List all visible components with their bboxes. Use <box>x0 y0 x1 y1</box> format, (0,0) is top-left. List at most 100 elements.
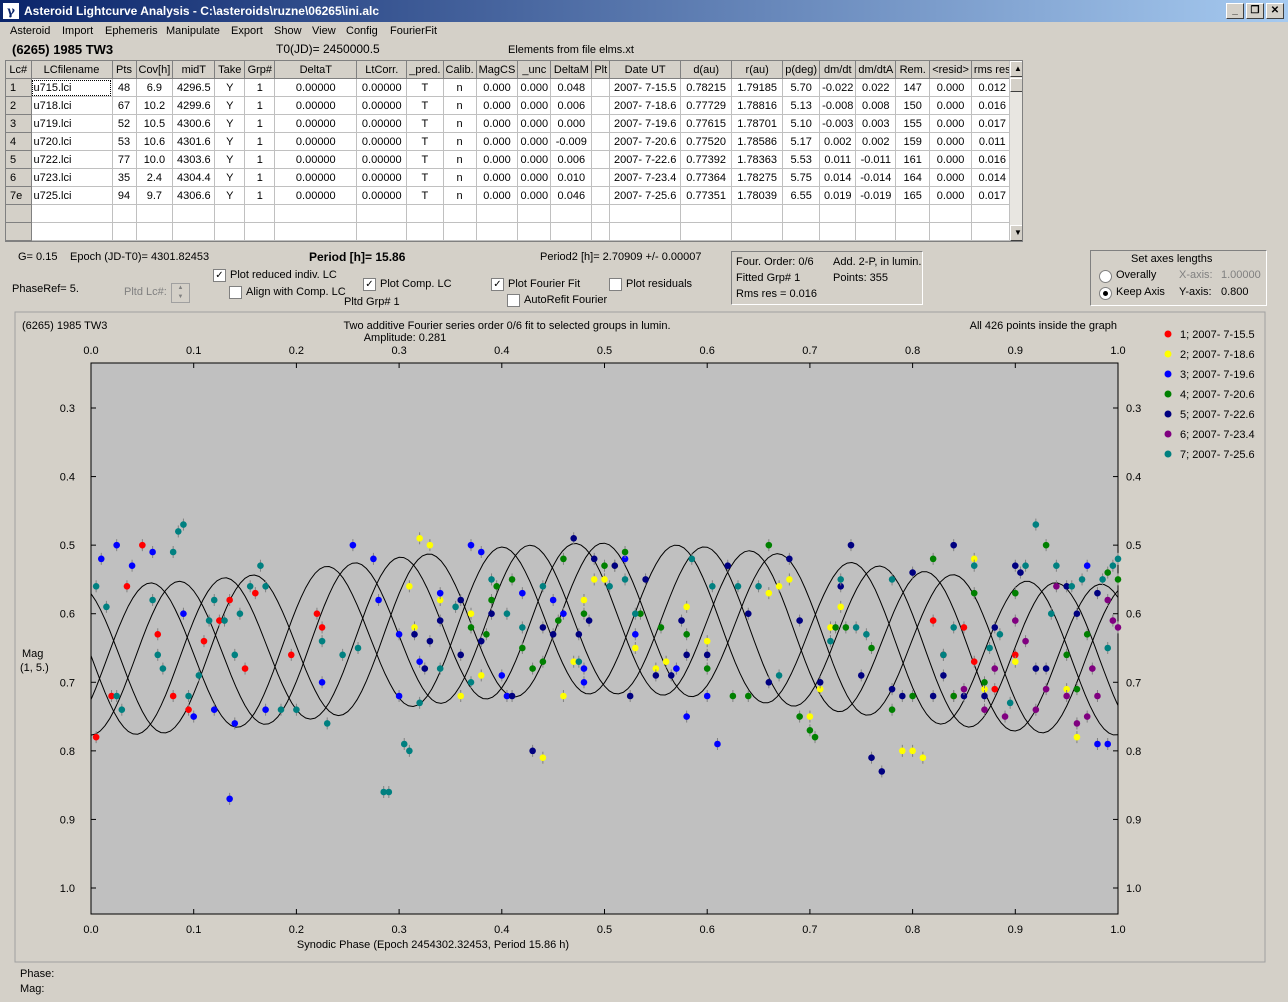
table-cell[interactable]: T <box>406 186 444 205</box>
column-header[interactable]: Calib. <box>443 61 477 79</box>
table-cell[interactable]: 4299.6 <box>172 96 216 115</box>
table-cell[interactable]: 0.000 <box>517 96 552 115</box>
table-cell[interactable]: 0.000 <box>929 78 972 97</box>
column-header[interactable]: LtCorr. <box>356 61 408 79</box>
table-cell[interactable]: 2007- 7-25.6 <box>609 186 682 205</box>
table-cell[interactable] <box>214 204 246 223</box>
table-cell[interactable] <box>591 150 611 169</box>
table-cell[interactable]: 2007- 7-20.6 <box>609 132 682 151</box>
table-cell[interactable] <box>855 204 897 223</box>
menu-asteroid[interactable]: Asteroid <box>10 25 50 37</box>
table-cell[interactable]: 1 <box>244 132 276 151</box>
close-button[interactable]: ✕ <box>1266 3 1284 19</box>
table-row[interactable]: 4 u720.lci 53 10.6 4301.6 Y 1 0.00000 0.00000 Tn 0… <box>6 132 1014 151</box>
table-row[interactable]: 6 u723.lci 35 2.4 4304.4 Y 1 0.00000 0.00000 Tn 0.… <box>6 168 1014 187</box>
table-cell[interactable]: 0.77729 <box>680 96 733 115</box>
table-cell[interactable]: 67 <box>112 96 137 115</box>
table-cell[interactable]: -0.011 <box>855 150 897 169</box>
table-cell[interactable]: -0.022 <box>819 78 857 97</box>
table-cell[interactable]: 0.000 <box>476 114 519 133</box>
table-cell[interactable]: n <box>443 168 477 187</box>
table-cell[interactable]: u719.lci <box>31 114 113 133</box>
column-header[interactable]: Take <box>214 61 246 79</box>
minimize-button[interactable]: _ <box>1226 3 1244 19</box>
table-cell[interactable] <box>680 204 733 223</box>
column-header[interactable]: DeltaT <box>274 61 358 79</box>
table-cell[interactable]: 0.000 <box>517 132 552 151</box>
table-cell[interactable] <box>172 222 216 241</box>
empty-row[interactable] <box>6 222 1014 241</box>
plot-reduced-checkbox[interactable]: ✓ <box>213 269 226 282</box>
empty-row[interactable] <box>6 204 1014 223</box>
table-cell[interactable]: 6.55 <box>782 186 821 205</box>
table-row[interactable]: 7e u725.lci 94 9.7 4306.6 Y 1 0.00000 0.00000 Tn 0… <box>6 186 1014 205</box>
table-cell[interactable]: Y <box>214 186 246 205</box>
table-cell[interactable]: 5.17 <box>782 132 821 151</box>
table-cell[interactable]: Y <box>214 132 246 151</box>
table-cell[interactable]: 5.70 <box>782 78 821 97</box>
scroll-thumb[interactable] <box>1010 78 1022 92</box>
table-cell[interactable] <box>274 222 358 241</box>
table-cell[interactable]: 52 <box>112 114 137 133</box>
restore-button[interactable]: ❐ <box>1246 3 1264 19</box>
plot-comp-checkbox[interactable]: ✓ <box>363 278 376 291</box>
table-cell[interactable]: T <box>406 96 444 115</box>
table-cell[interactable]: 0.00000 <box>274 114 358 133</box>
table-cell[interactable] <box>476 204 519 223</box>
table-cell[interactable] <box>112 204 137 223</box>
table-cell[interactable]: 0.022 <box>855 78 897 97</box>
column-header[interactable]: MagCS <box>476 61 519 79</box>
table-cell[interactable] <box>356 204 408 223</box>
table-cell[interactable]: 161 <box>895 150 931 169</box>
table-cell[interactable]: 1.78363 <box>731 150 784 169</box>
table-cell[interactable] <box>609 222 682 241</box>
table-cell[interactable]: 0.00000 <box>356 114 408 133</box>
table-cell[interactable] <box>731 204 784 223</box>
row-header[interactable]: 7e <box>6 186 32 205</box>
table-cell[interactable]: 0.000 <box>929 186 972 205</box>
table-cell[interactable] <box>443 222 477 241</box>
table-cell[interactable]: 159 <box>895 132 931 151</box>
table-cell[interactable]: 1 <box>244 96 276 115</box>
table-cell[interactable]: T <box>406 132 444 151</box>
table-cell[interactable]: T <box>406 78 444 97</box>
table-cell[interactable]: n <box>443 96 477 115</box>
table-cell[interactable]: 0.000 <box>476 186 519 205</box>
table-cell[interactable]: 0.008 <box>855 96 897 115</box>
table-cell[interactable]: 0.78215 <box>680 78 733 97</box>
table-cell[interactable]: 0.000 <box>929 150 972 169</box>
table-cell[interactable]: 0.000 <box>929 114 972 133</box>
table-cell[interactable] <box>591 96 611 115</box>
table-cell[interactable]: 1.79185 <box>731 78 784 97</box>
table-cell[interactable]: 0.00000 <box>356 78 408 97</box>
table-cell[interactable] <box>591 168 611 187</box>
table-cell[interactable]: 0.012 <box>971 78 1014 97</box>
keep-axis-radio[interactable] <box>1099 287 1112 300</box>
table-cell[interactable]: u722.lci <box>31 150 113 169</box>
table-cell[interactable]: 0.00000 <box>356 96 408 115</box>
table-cell[interactable] <box>6 222 32 241</box>
menu-fourierfit[interactable]: FourierFit <box>390 25 437 37</box>
table-cell[interactable] <box>782 222 821 241</box>
table-cell[interactable] <box>782 204 821 223</box>
table-cell[interactable]: n <box>443 186 477 205</box>
table-cell[interactable] <box>112 222 137 241</box>
table-cell[interactable]: 0.000 <box>517 78 552 97</box>
table-cell[interactable]: 0.000 <box>476 132 519 151</box>
table-cell[interactable]: 10.6 <box>136 132 174 151</box>
table-cell[interactable] <box>855 222 897 241</box>
table-cell[interactable] <box>591 114 611 133</box>
table-cell[interactable]: 0.00000 <box>274 168 358 187</box>
column-header[interactable]: r(au) <box>731 61 784 79</box>
table-cell[interactable] <box>517 204 552 223</box>
table-cell[interactable] <box>591 186 611 205</box>
table-cell[interactable] <box>591 78 611 97</box>
table-cell[interactable] <box>172 204 216 223</box>
table-cell[interactable]: 1.78039 <box>731 186 784 205</box>
table-row[interactable]: 2 u718.lci 67 10.2 4299.6 Y 1 0.00000 0.00000 Tn 0… <box>6 96 1014 115</box>
table-cell[interactable]: -0.003 <box>819 114 857 133</box>
column-header[interactable]: Rem. <box>895 61 931 79</box>
table-cell[interactable]: -0.019 <box>855 186 897 205</box>
table-cell[interactable]: 1.78586 <box>731 132 784 151</box>
table-cell[interactable]: n <box>443 150 477 169</box>
